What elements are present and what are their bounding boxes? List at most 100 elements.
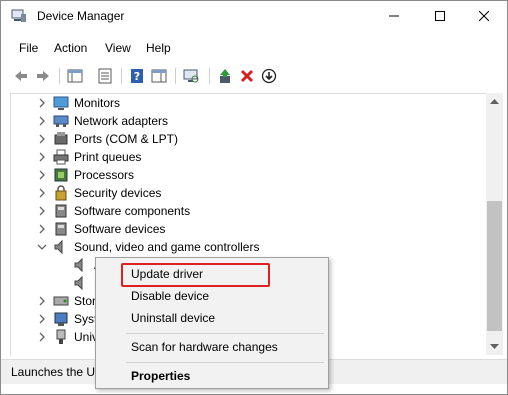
forward-button[interactable] — [33, 66, 53, 86]
scroll-up-button[interactable] — [486, 93, 503, 110]
vertical-scrollbar[interactable] — [486, 93, 503, 355]
chevron-right-icon — [39, 332, 45, 342]
close-button[interactable] — [461, 1, 507, 31]
menu-view[interactable]: View — [105, 41, 131, 55]
tree-item-label: Network adapters — [74, 114, 169, 128]
tree-item-label: Print queues — [74, 150, 142, 164]
tree-item-processors[interactable]: Processors — [11, 166, 487, 184]
chevron-right-icon — [39, 152, 45, 162]
maximize-icon — [435, 11, 445, 21]
action-pane-button[interactable] — [149, 66, 169, 86]
tree-item-label: Software components — [74, 204, 191, 218]
tree-item-print-queues[interactable]: Print queues — [11, 148, 487, 166]
tree-item-monitors[interactable]: Monitors — [11, 94, 487, 112]
minimize-button[interactable] — [371, 1, 417, 31]
action-pane-icon — [151, 69, 167, 83]
highlight-annotation — [121, 263, 270, 287]
chevron-right-icon — [39, 296, 45, 306]
toolbar-separator — [175, 68, 176, 84]
menu-separator — [126, 362, 324, 363]
tree-item-security-devices[interactable]: Security devices — [11, 184, 487, 202]
tree-item-label: Syst — [74, 312, 98, 326]
tree-item-sound-video-game-controllers[interactable]: Sound, video and game controllers — [11, 238, 487, 256]
uninstall-device-menu-item[interactable]: Uninstall device — [96, 307, 328, 329]
update-driver-toolbar-button[interactable] — [215, 66, 235, 86]
tree-item-label: Monitors — [74, 96, 121, 110]
help-icon: ? — [131, 69, 143, 83]
properties-icon — [98, 68, 112, 84]
context-menu: Update driver Disable device Uninstall d… — [95, 257, 329, 389]
tree-item-label: Sound, video and game controllers — [74, 240, 260, 254]
disable-device-toolbar-button[interactable] — [259, 66, 279, 86]
processor-icon — [54, 168, 68, 182]
minimize-icon — [389, 15, 399, 17]
chevron-right-icon — [39, 188, 45, 198]
scan-hardware-icon — [183, 69, 199, 83]
storage-controller-icon — [53, 296, 69, 306]
speaker-icon — [74, 275, 83, 291]
disable-device-icon — [261, 68, 277, 84]
printer-icon — [53, 149, 69, 165]
toolbar-separator — [209, 68, 210, 84]
tree-item-software-components[interactable]: Software components — [11, 202, 487, 220]
update-driver-icon — [220, 69, 230, 83]
chevron-down-icon — [490, 344, 499, 349]
close-icon — [479, 11, 489, 21]
menu-action[interactable]: Action — [54, 41, 87, 55]
security-device-icon — [55, 185, 67, 201]
window-title: Device Manager — [37, 9, 125, 23]
help-button[interactable]: ? — [127, 66, 147, 86]
port-icon — [54, 132, 68, 145]
toolbar-separator — [121, 68, 122, 84]
scan-hardware-button[interactable] — [181, 66, 201, 86]
tree-item-label: Software devices — [74, 222, 166, 236]
title-bar: Device Manager — [1, 1, 507, 31]
scroll-down-button[interactable] — [486, 338, 503, 355]
monitor-icon — [53, 96, 69, 110]
menu-item-label: Scan for hardware changes — [131, 340, 278, 354]
chevron-right-icon — [39, 206, 45, 216]
menu-separator — [126, 333, 324, 334]
usb-controller-icon — [56, 329, 66, 344]
maximize-button[interactable] — [417, 1, 463, 31]
toolbar-separator — [59, 68, 60, 84]
system-device-icon — [54, 312, 68, 326]
forward-arrow-icon — [37, 71, 49, 81]
show-hide-console-tree-icon — [67, 69, 83, 83]
disable-device-menu-item[interactable]: Disable device — [96, 285, 328, 307]
tree-item-network-adapters[interactable]: Network adapters — [11, 112, 487, 130]
properties-menu-item[interactable]: Properties — [96, 365, 328, 387]
chevron-right-icon — [39, 170, 45, 180]
scroll-thumb[interactable] — [487, 201, 502, 331]
tree-item-label: Stor — [74, 294, 97, 308]
device-manager-window: Device Manager File Action View Help ? M… — [0, 0, 508, 395]
tree-item-label: Ports (COM & LPT) — [74, 132, 179, 146]
tree-item-label: Security devices — [74, 186, 162, 200]
chevron-right-icon — [39, 314, 45, 324]
menu-item-label: Properties — [131, 369, 191, 383]
status-text: Launches the Up — [11, 365, 102, 379]
uninstall-device-icon — [240, 69, 254, 83]
uninstall-device-toolbar-button[interactable] — [237, 66, 257, 86]
chevron-right-icon — [39, 134, 45, 144]
menu-file[interactable]: File — [19, 41, 38, 55]
scan-hardware-menu-item[interactable]: Scan for hardware changes — [96, 336, 328, 358]
network-adapter-icon — [53, 115, 69, 127]
svg-text:?: ? — [134, 70, 140, 83]
menu-help[interactable]: Help — [146, 41, 171, 55]
show-hide-console-tree-button[interactable] — [65, 66, 85, 86]
software-component-icon — [55, 204, 67, 218]
properties-button[interactable] — [95, 66, 115, 86]
menu-item-label: Uninstall device — [131, 311, 216, 325]
tree-item-software-devices[interactable]: Software devices — [11, 220, 487, 238]
toolbar: ? — [1, 63, 507, 89]
back-button[interactable] — [11, 66, 31, 86]
chevron-right-icon — [39, 224, 45, 234]
speaker-icon — [74, 257, 83, 273]
back-arrow-icon — [15, 71, 27, 81]
tree-item-ports[interactable]: Ports (COM & LPT) — [11, 130, 487, 148]
tree-item-label: Processors — [74, 168, 135, 182]
menu-item-label: Disable device — [131, 289, 210, 303]
software-device-icon — [55, 222, 67, 236]
chevron-right-icon — [39, 98, 45, 108]
